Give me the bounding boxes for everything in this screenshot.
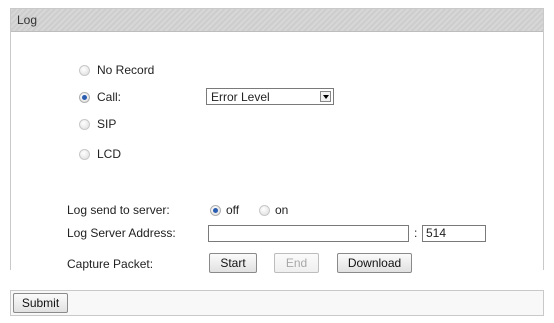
send-off-radio[interactable] [210, 204, 221, 216]
send-off-option[interactable]: off [210, 203, 239, 217]
radio-sip[interactable]: SIP [79, 117, 116, 131]
log-send-label: Log send to server: [67, 203, 170, 217]
log-level-value: Error Level [211, 89, 270, 104]
chevron-down-icon[interactable] [320, 91, 331, 102]
log-server-port-input[interactable]: 514 [422, 225, 486, 242]
radio-call-label: Call: [97, 90, 122, 104]
radio-sip-label: SIP [97, 117, 117, 131]
radio-no-record-circle[interactable] [79, 64, 90, 76]
capture-packet-label: Capture Packet: [67, 257, 154, 271]
radio-call[interactable]: Call: [79, 90, 121, 104]
form-footer: Submit [10, 290, 544, 316]
log-level-select[interactable]: Error Level [206, 88, 334, 105]
send-on-radio[interactable] [259, 204, 270, 216]
submit-button[interactable]: Submit [13, 293, 68, 313]
download-button[interactable]: Download [337, 253, 412, 273]
radio-call-circle[interactable] [79, 91, 90, 103]
radio-lcd[interactable]: LCD [79, 147, 121, 161]
radio-sip-circle[interactable] [79, 118, 90, 130]
log-server-address-label: Log Server Address: [67, 226, 176, 240]
port-separator: : [414, 226, 418, 240]
send-on-option[interactable]: on [259, 203, 288, 217]
send-on-label: on [275, 203, 289, 217]
log-server-address-input[interactable] [208, 225, 409, 242]
panel-title: Log [11, 9, 543, 32]
radio-lcd-circle[interactable] [79, 148, 90, 160]
radio-no-record-label: No Record [97, 63, 155, 77]
send-off-label: off [226, 203, 240, 217]
radio-no-record[interactable]: No Record [79, 63, 154, 77]
radio-lcd-label: LCD [97, 147, 122, 161]
end-button[interactable]: End [274, 253, 319, 273]
start-button[interactable]: Start [209, 253, 257, 273]
